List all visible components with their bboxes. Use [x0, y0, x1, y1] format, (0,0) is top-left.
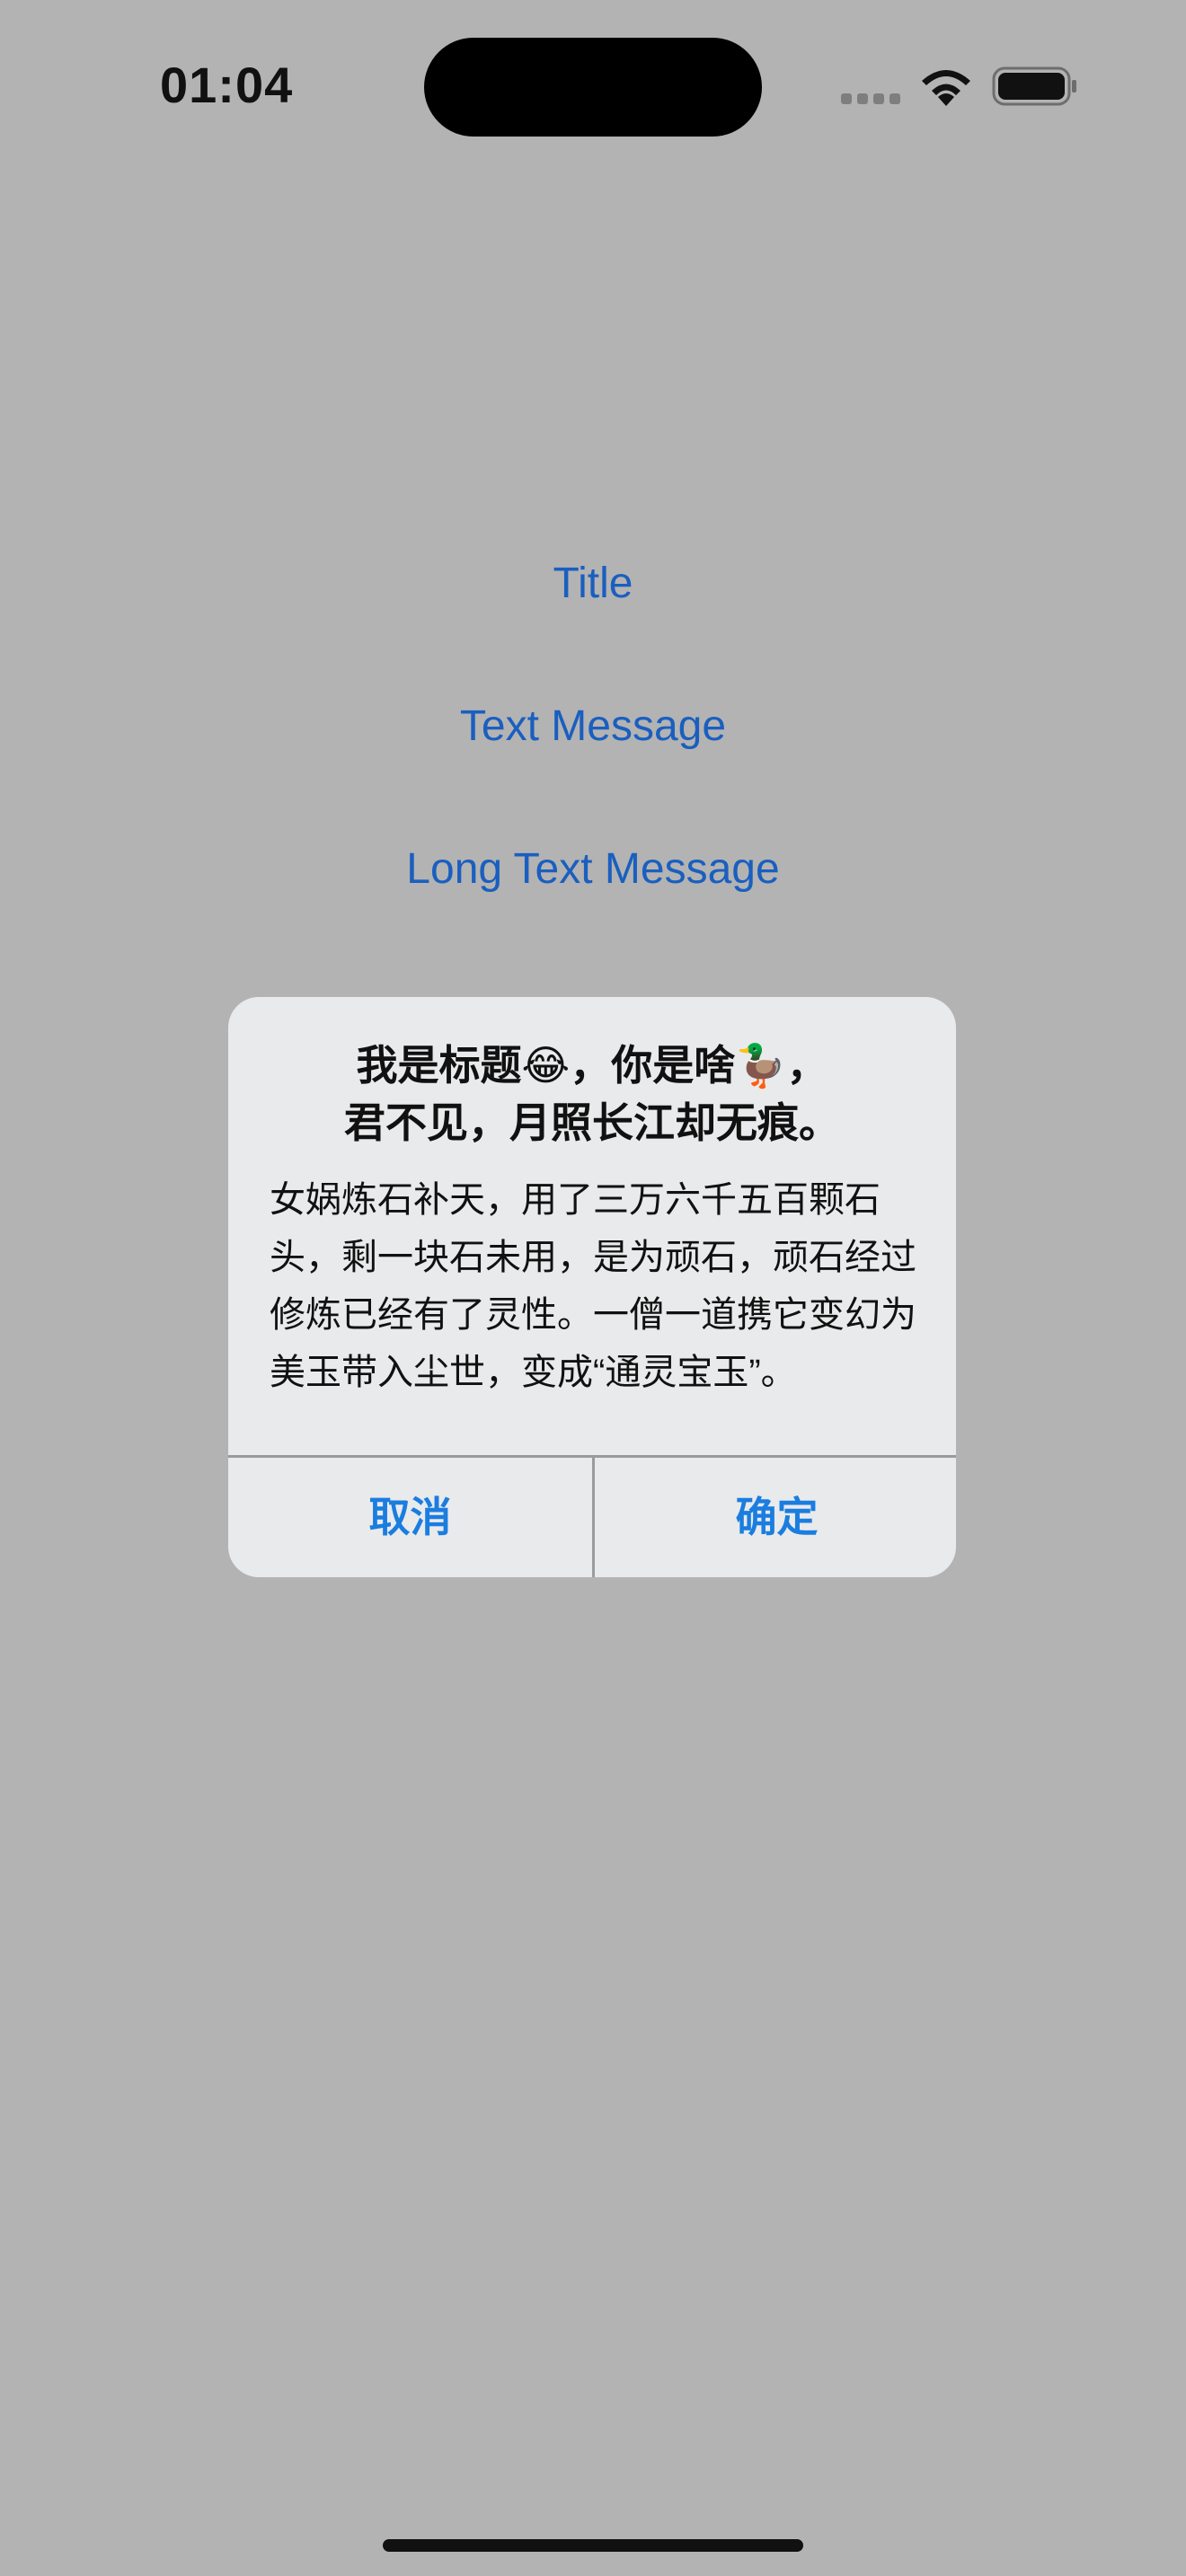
alert-title-line-2: 君不见，月照长江却无痕。	[344, 1099, 840, 1146]
menu-item-long-text-message[interactable]: Long Text Message	[0, 842, 1186, 896]
dynamic-island	[424, 38, 762, 137]
menu-item-title[interactable]: Title	[0, 557, 1186, 611]
home-indicator[interactable]	[383, 2539, 803, 2552]
menu-item-text-message[interactable]: Text Message	[0, 700, 1186, 754]
wifi-icon	[922, 70, 970, 106]
battery-icon	[992, 66, 1076, 106]
alert-message: 女娲炼石补天，用了三万六千五百颗石头，剩一块石未用，是为顽石，顽石经过修炼已经有…	[270, 1180, 916, 1392]
alert-dialog: 我是标题😂，你是啥🦆， 君不见，月照长江却无痕。 女娲炼石补天，用了三万六千五百…	[228, 997, 956, 1577]
confirm-button[interactable]: 确定	[595, 1458, 956, 1577]
alert-title-line-1: 我是标题😂，你是啥🦆，	[356, 1042, 828, 1089]
cellular-signal-icon	[841, 93, 902, 106]
cancel-button[interactable]: 取消	[228, 1458, 592, 1577]
status-time: 01:04	[160, 57, 294, 113]
alert-title: 我是标题😂，你是啥🦆， 君不见，月照长江却无痕。	[264, 1037, 920, 1151]
